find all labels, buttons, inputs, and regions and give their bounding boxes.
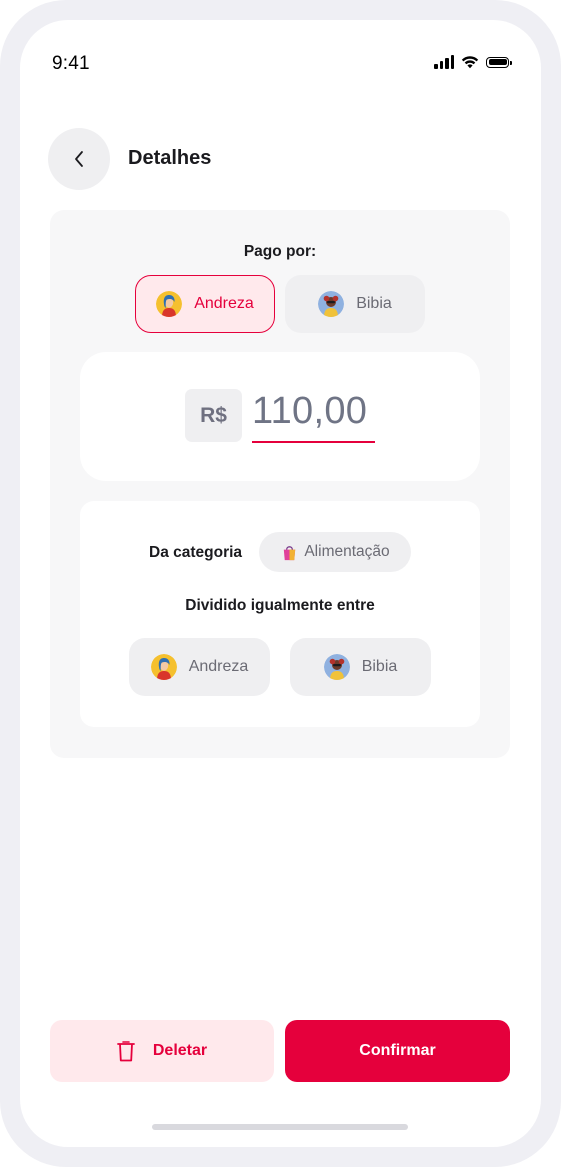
amount-card: R$ 110,00	[80, 352, 480, 481]
category-chip[interactable]: Alimentação	[259, 532, 411, 572]
wifi-icon	[461, 56, 479, 69]
split-chip-bibia[interactable]: Bibia	[290, 638, 431, 696]
category-name: Alimentação	[304, 543, 390, 560]
app-screen: 9:41 Detalhes Pago por: Andreza Bibia R$…	[20, 20, 541, 1147]
split-name-bibia: Bibia	[361, 658, 398, 675]
battery-icon	[486, 56, 512, 68]
currency-label: R$	[185, 389, 242, 442]
delete-button[interactable]: Deletar	[50, 1020, 274, 1082]
payer-chip-bibia[interactable]: Bibia	[285, 275, 425, 333]
avatar-bibia	[323, 654, 350, 680]
signal-icon	[434, 55, 454, 69]
details-card: Pago por: Andreza Bibia R$ 110,00 Da cat…	[50, 210, 510, 758]
shopping-bag-icon	[284, 545, 296, 560]
category-label: Da categoria	[149, 544, 243, 561]
trash-icon	[116, 1040, 135, 1061]
split-label: Dividido igualmente entre	[185, 597, 375, 614]
payer-name-andreza: Andreza	[194, 295, 254, 312]
split-name-andreza: Andreza	[188, 658, 249, 675]
split-card: Da categoria Alimentação Dividido igualm…	[80, 501, 480, 727]
status-time: 9:41	[52, 53, 90, 74]
paid-by-label: Pago por:	[243, 243, 317, 260]
delete-label: Deletar	[152, 1042, 208, 1059]
avatar-andreza	[150, 654, 177, 680]
page-title: Detalhes	[128, 147, 212, 169]
back-button[interactable]	[48, 128, 110, 190]
avatar-bibia	[318, 291, 345, 317]
avatar-andreza	[156, 291, 183, 317]
confirm-button[interactable]: Confirmar	[285, 1020, 510, 1082]
amount-underline	[252, 441, 375, 443]
status-icons	[434, 55, 512, 69]
home-indicator	[152, 1124, 408, 1130]
chevron-left-icon	[75, 151, 83, 167]
split-chip-andreza[interactable]: Andreza	[129, 638, 270, 696]
payer-name-bibia: Bibia	[356, 295, 392, 312]
confirm-label: Confirmar	[359, 1042, 436, 1059]
payer-chip-andreza[interactable]: Andreza	[135, 275, 275, 333]
amount-input[interactable]: 110,00	[252, 388, 367, 434]
